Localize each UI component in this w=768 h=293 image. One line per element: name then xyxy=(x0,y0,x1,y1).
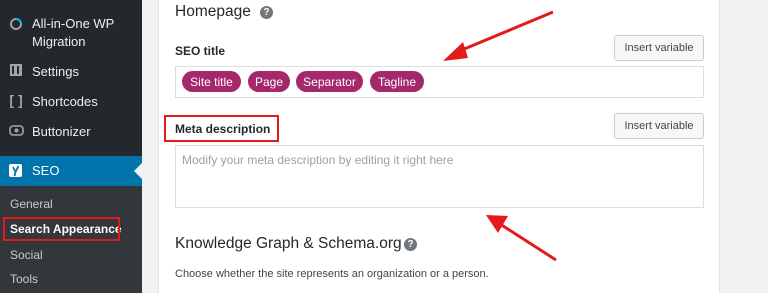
annotation-arrows xyxy=(443,10,557,262)
annotation-arrow xyxy=(456,10,554,54)
annotation-arrow-head xyxy=(486,215,508,233)
annotation-arrow xyxy=(499,222,557,262)
annotation-arrow-head xyxy=(443,42,468,61)
